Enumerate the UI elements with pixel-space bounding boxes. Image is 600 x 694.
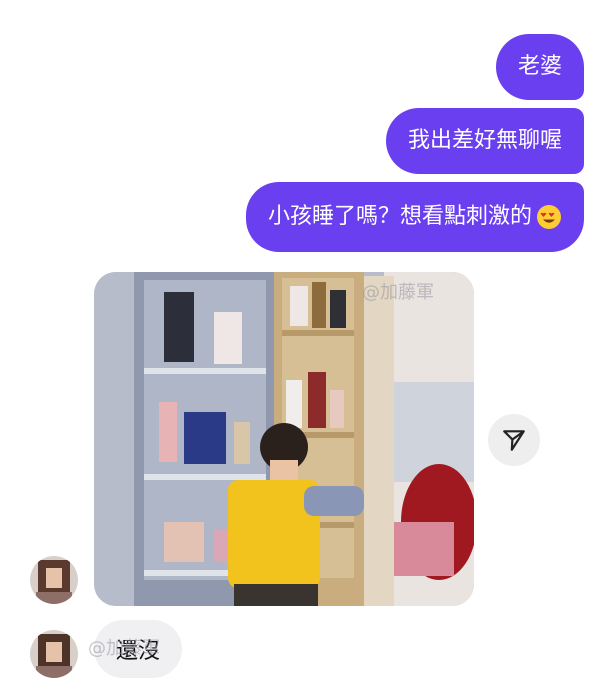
avatar[interactable]	[30, 630, 78, 678]
watermark: @加藤軍	[362, 282, 434, 303]
sent-message-bubble[interactable]: 老婆	[495, 34, 584, 100]
message-text: 我出差好無聊喔	[407, 128, 562, 153]
sent-message-bubble[interactable]: 小孩睡了嗎？想看點刺激的	[245, 182, 584, 252]
paper-plane-icon	[503, 430, 525, 451]
watermark: @加藤軍	[88, 638, 160, 659]
sent-message-bubble[interactable]: 我出差好無聊喔	[385, 108, 584, 174]
share-button[interactable]	[488, 414, 540, 466]
message-text: 小孩睡了嗎？想看點刺激的	[267, 204, 532, 229]
avatar[interactable]	[30, 556, 78, 604]
heart-eyes-emoji-icon	[536, 204, 562, 230]
message-text: 老婆	[517, 54, 562, 79]
photo-message[interactable]: @加藤軍	[94, 272, 474, 606]
